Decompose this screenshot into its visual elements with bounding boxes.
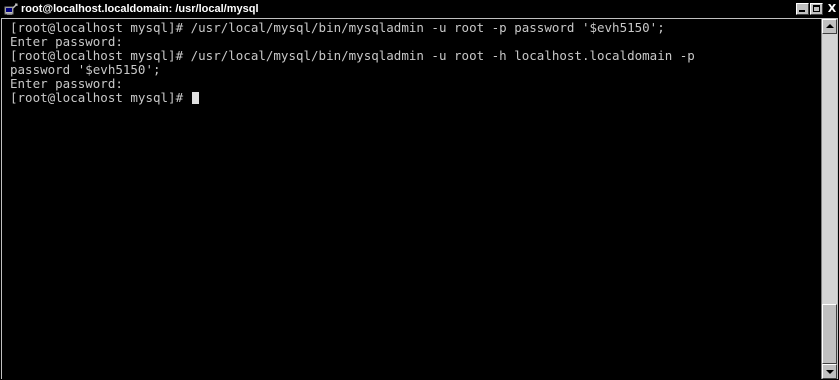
text-cursor	[191, 92, 199, 104]
maximize-button[interactable]	[810, 3, 823, 15]
down-arrow-icon	[826, 370, 834, 374]
terminal-line: Enter password:	[10, 34, 123, 49]
terminal-line: [root@localhost mysql]# /usr/local/mysql…	[10, 20, 665, 35]
vertical-scrollbar[interactable]	[821, 19, 837, 379]
prompt-line[interactable]: [root@localhost mysql]#	[10, 91, 821, 105]
up-arrow-icon	[826, 24, 834, 28]
window-title: root@localhost.localdomain: /usr/local/m…	[21, 3, 259, 15]
scroll-thumb[interactable]	[822, 304, 837, 364]
scroll-up-button[interactable]	[822, 19, 837, 34]
minimize-button[interactable]	[796, 3, 809, 15]
title-bar[interactable]: root@localhost.localdomain: /usr/local/m…	[1, 1, 838, 18]
maximize-icon	[813, 5, 820, 12]
terminal-line: Enter password:	[10, 76, 123, 91]
terminal-session-icon	[4, 3, 18, 15]
scroll-down-button[interactable]	[822, 364, 837, 379]
terminal-line: [root@localhost mysql]# /usr/local/mysql…	[10, 48, 695, 63]
terminal-output[interactable]: [root@localhost mysql]# /usr/local/mysql…	[2, 19, 821, 379]
terminal-line: password '$evh5150';	[10, 62, 161, 77]
shell-prompt: [root@localhost mysql]#	[10, 90, 191, 105]
terminal-window: root@localhost.localdomain: /usr/local/m…	[0, 0, 839, 380]
close-button[interactable]: X	[826, 3, 838, 15]
minimize-icon	[799, 10, 805, 12]
close-icon: X	[827, 3, 837, 15]
